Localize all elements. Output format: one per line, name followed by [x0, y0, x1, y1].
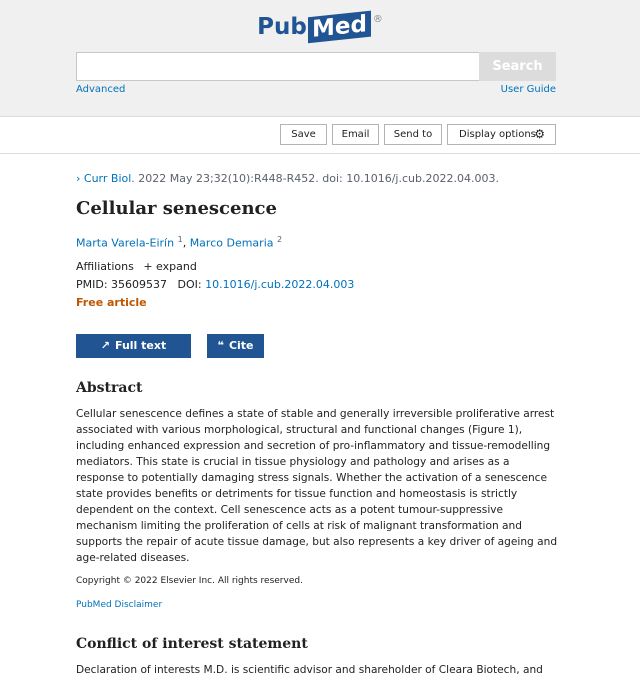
email-button[interactable]: Email: [332, 124, 379, 145]
journal-citation: › Curr Biol. 2022 May 23;32(10):R448-R45…: [76, 172, 499, 185]
copyright-notice: Copyright © 2022 Elsevier Inc. All right…: [76, 576, 303, 586]
save-button[interactable]: Save: [280, 124, 327, 145]
send-to-button[interactable]: Send to: [384, 124, 442, 145]
external-link-icon: ↗: [100, 339, 110, 352]
site-header: Pub Med ® Search Advanced User Guide: [0, 0, 640, 117]
author-link[interactable]: Marta Varela-Eirín: [76, 237, 174, 250]
article-toolbar: Save Email Send to Display options ⚙: [0, 117, 640, 154]
full-text-links-button[interactable]: ↗ Full text links: [76, 334, 191, 376]
affiliations-row: Affiliations + expand: [76, 260, 197, 273]
article-title: Cellular senescence: [76, 198, 277, 219]
quote-icon: ❝: [217, 339, 224, 352]
cite-label: Cite: [228, 339, 254, 352]
author-list: Marta Varela-Eirín 1, Marco Demaria 2: [76, 235, 282, 250]
search-input[interactable]: [76, 52, 480, 81]
free-article-badge: Free article: [76, 296, 147, 309]
article-identifiers: PMID: 35609537 DOI: 10.1016/j.cub.2022.0…: [76, 278, 354, 291]
author-separator: ,: [182, 236, 187, 250]
abstract-heading: Abstract: [76, 380, 143, 396]
conflict-text: Declaration of interests M.D. is scienti…: [76, 664, 543, 676]
logo-med-text: Med: [307, 10, 371, 44]
author-affiliation-ref[interactable]: 2: [277, 235, 282, 244]
gear-icon: ⚙: [534, 127, 545, 141]
doi-link[interactable]: 10.1016/j.cub.2022.04.003: [205, 278, 354, 291]
search-button[interactable]: Search: [479, 52, 556, 81]
expand-affiliations-toggle[interactable]: + expand: [143, 260, 196, 273]
advanced-search-link[interactable]: Advanced: [76, 84, 125, 95]
chevron-right-icon[interactable]: ›: [76, 172, 80, 185]
cite-button[interactable]: ❝ Cite: [207, 334, 264, 358]
journal-link[interactable]: Curr Biol: [84, 172, 131, 185]
pmid-value: PMID: 35609537: [76, 278, 168, 291]
affiliations-label: Affiliations: [76, 260, 134, 273]
registered-mark: ®: [372, 14, 383, 25]
author-link[interactable]: Marco Demaria: [190, 237, 274, 250]
conflict-heading: Conflict of interest statement: [76, 636, 308, 652]
full-text-links-label: Full text links: [114, 339, 167, 376]
abstract-text: Cellular senescence defines a state of s…: [76, 408, 558, 564]
user-guide-link[interactable]: User Guide: [501, 84, 556, 95]
logo-pub-text: Pub: [257, 14, 307, 40]
display-options-label: Display options: [459, 129, 536, 140]
pubmed-logo[interactable]: Pub Med ®: [0, 10, 640, 44]
citation-details: . 2022 May 23;32(10):R448-R452. doi: 10.…: [131, 172, 499, 185]
doi-label: DOI:: [177, 278, 202, 291]
display-options-button[interactable]: Display options ⚙: [447, 124, 556, 145]
pubmed-disclaimer-link[interactable]: PubMed Disclaimer: [76, 600, 162, 610]
